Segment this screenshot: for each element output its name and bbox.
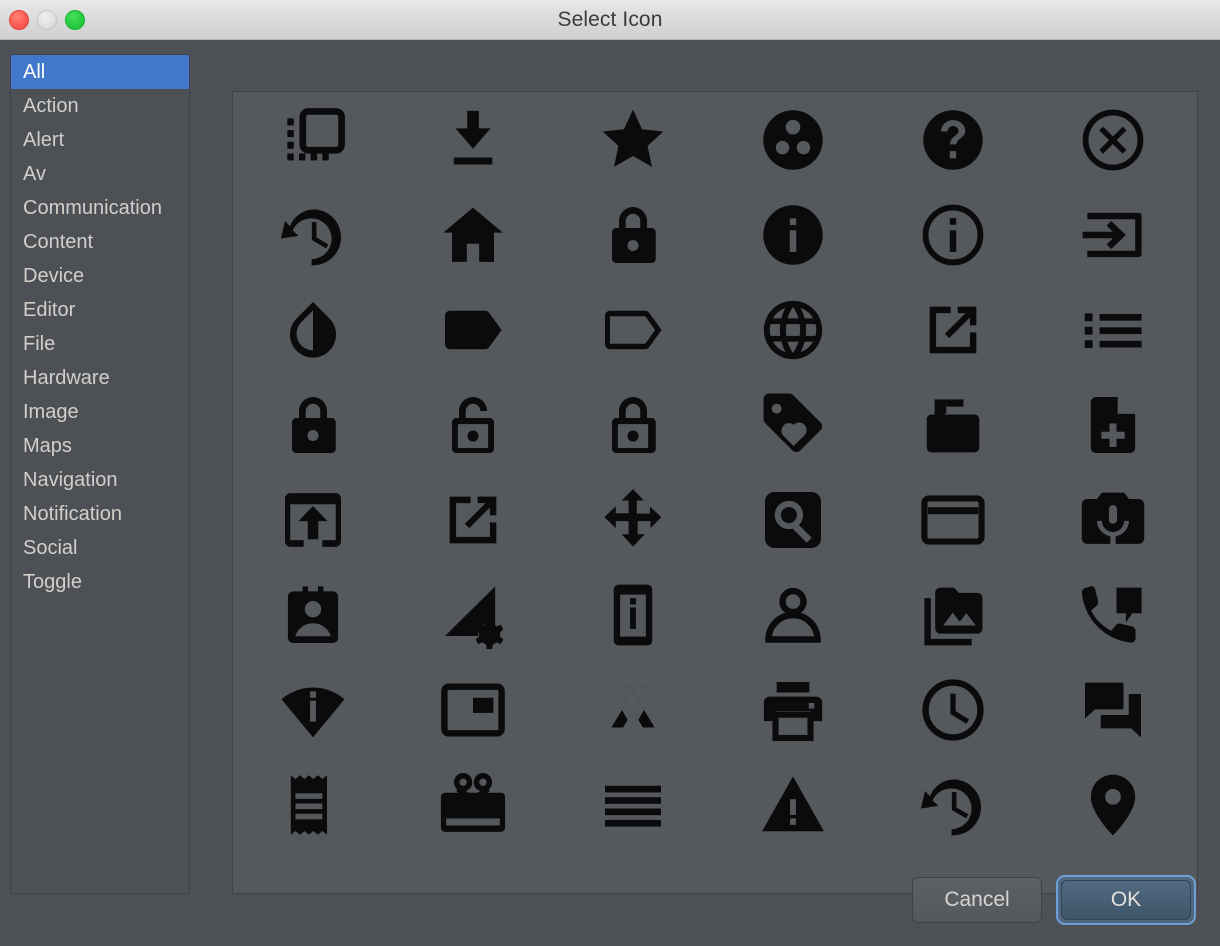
category-list[interactable]: All Action Alert Av Communication Content Devi… [10,54,190,894]
window-titlebar: Select Icon [0,0,1220,40]
card-giftcard-icon[interactable] [393,757,553,852]
sidebar-item-file[interactable]: File [11,327,189,361]
opacity-drop-icon[interactable] [233,282,393,377]
loyalty-tag-heart-icon[interactable] [713,377,873,472]
picture-in-picture-icon[interactable] [393,662,553,757]
history-restore-icon[interactable] [233,187,393,282]
window-controls [9,0,85,40]
lock-closed-filled-icon[interactable] [553,187,713,282]
cancel-circle-outline-icon[interactable] [1033,92,1193,187]
dialog-footer: Cancel OK [0,855,1220,945]
info-outline-icon[interactable] [873,187,1033,282]
ok-button-focus-ring: OK [1056,875,1196,925]
sidebar-item-editor[interactable]: Editor [11,293,189,327]
wifi-info-icon[interactable] [233,662,393,757]
selection-square-icon[interactable] [233,92,393,187]
login-arrow-icon[interactable] [1033,187,1193,282]
ok-button[interactable]: OK [1061,880,1191,920]
network-settings-icon[interactable] [393,567,553,662]
dialog-body: All Action Alert Av Communication Content Devi… [0,40,1220,945]
icon-grid [233,92,1193,893]
window-title: Select Icon [557,7,663,31]
sidebar-item-device[interactable]: Device [11,259,189,293]
sidebar-item-av[interactable]: Av [11,157,189,191]
lock-outline-icon[interactable] [553,377,713,472]
person-outline-icon[interactable] [713,567,873,662]
help-filled-icon[interactable] [873,92,1033,187]
pan-move-arrows-icon[interactable] [553,472,713,567]
open-in-browser-icon[interactable] [233,472,393,567]
sidebar-item-content[interactable]: Content [11,225,189,259]
launch-icon[interactable] [393,472,553,567]
sidebar-item-toggle[interactable]: Toggle [11,565,189,599]
question-answer-icon[interactable] [1033,662,1193,757]
room-pin-icon[interactable] [1033,757,1193,852]
sidebar-item-notification[interactable]: Notification [11,497,189,531]
lock-filled-icon[interactable] [233,377,393,472]
sidebar-item-image[interactable]: Image [11,395,189,429]
cancel-button[interactable]: Cancel [912,877,1042,923]
clock-schedule-icon[interactable] [873,662,1033,757]
print-icon[interactable] [713,662,873,757]
payment-card-icon[interactable] [873,472,1033,567]
list-bullets-icon[interactable] [1033,282,1193,377]
sidebar-item-communication[interactable]: Communication [11,191,189,225]
home-icon[interactable] [393,187,553,282]
receipt-icon[interactable] [233,757,393,852]
sidebar-item-action[interactable]: Action [11,89,189,123]
globe-language-icon[interactable] [713,282,873,377]
info-filled-icon[interactable] [713,187,873,282]
restore-history-icon[interactable] [873,757,1033,852]
sidebar-item-alert[interactable]: Alert [11,123,189,157]
minimize-button[interactable] [37,10,57,30]
polymer-icon[interactable] [553,662,713,757]
label-outline-icon[interactable] [553,282,713,377]
download-to-line-icon[interactable] [393,92,553,187]
sidebar-item-all[interactable]: All [11,55,189,89]
phone-info-icon[interactable] [553,567,713,662]
sidebar-item-social[interactable]: Social [11,531,189,565]
note-add-icon[interactable] [1033,377,1193,472]
lock-open-icon[interactable] [393,377,553,472]
photo-library-icon[interactable] [873,567,1033,662]
bubble-chart-circle-icon[interactable] [713,92,873,187]
contact-badge-icon[interactable] [233,567,393,662]
search-rounded-square-icon[interactable] [713,472,873,567]
zoom-button[interactable] [65,10,85,30]
report-warning-icon[interactable] [713,757,873,852]
close-button[interactable] [9,10,29,30]
sidebar-item-navigation[interactable]: Navigation [11,463,189,497]
markunread-mailbox-icon[interactable] [873,377,1033,472]
phone-message-icon[interactable] [1033,567,1193,662]
label-filled-icon[interactable] [393,282,553,377]
sidebar-item-hardware[interactable]: Hardware [11,361,189,395]
sidebar-item-maps[interactable]: Maps [11,429,189,463]
perm-camera-mic-icon[interactable] [1033,472,1193,567]
star-icon[interactable] [553,92,713,187]
icon-grid-panel[interactable] [232,91,1198,894]
open-in-new-icon[interactable] [873,282,1033,377]
reorder-lines-icon[interactable] [553,757,713,852]
